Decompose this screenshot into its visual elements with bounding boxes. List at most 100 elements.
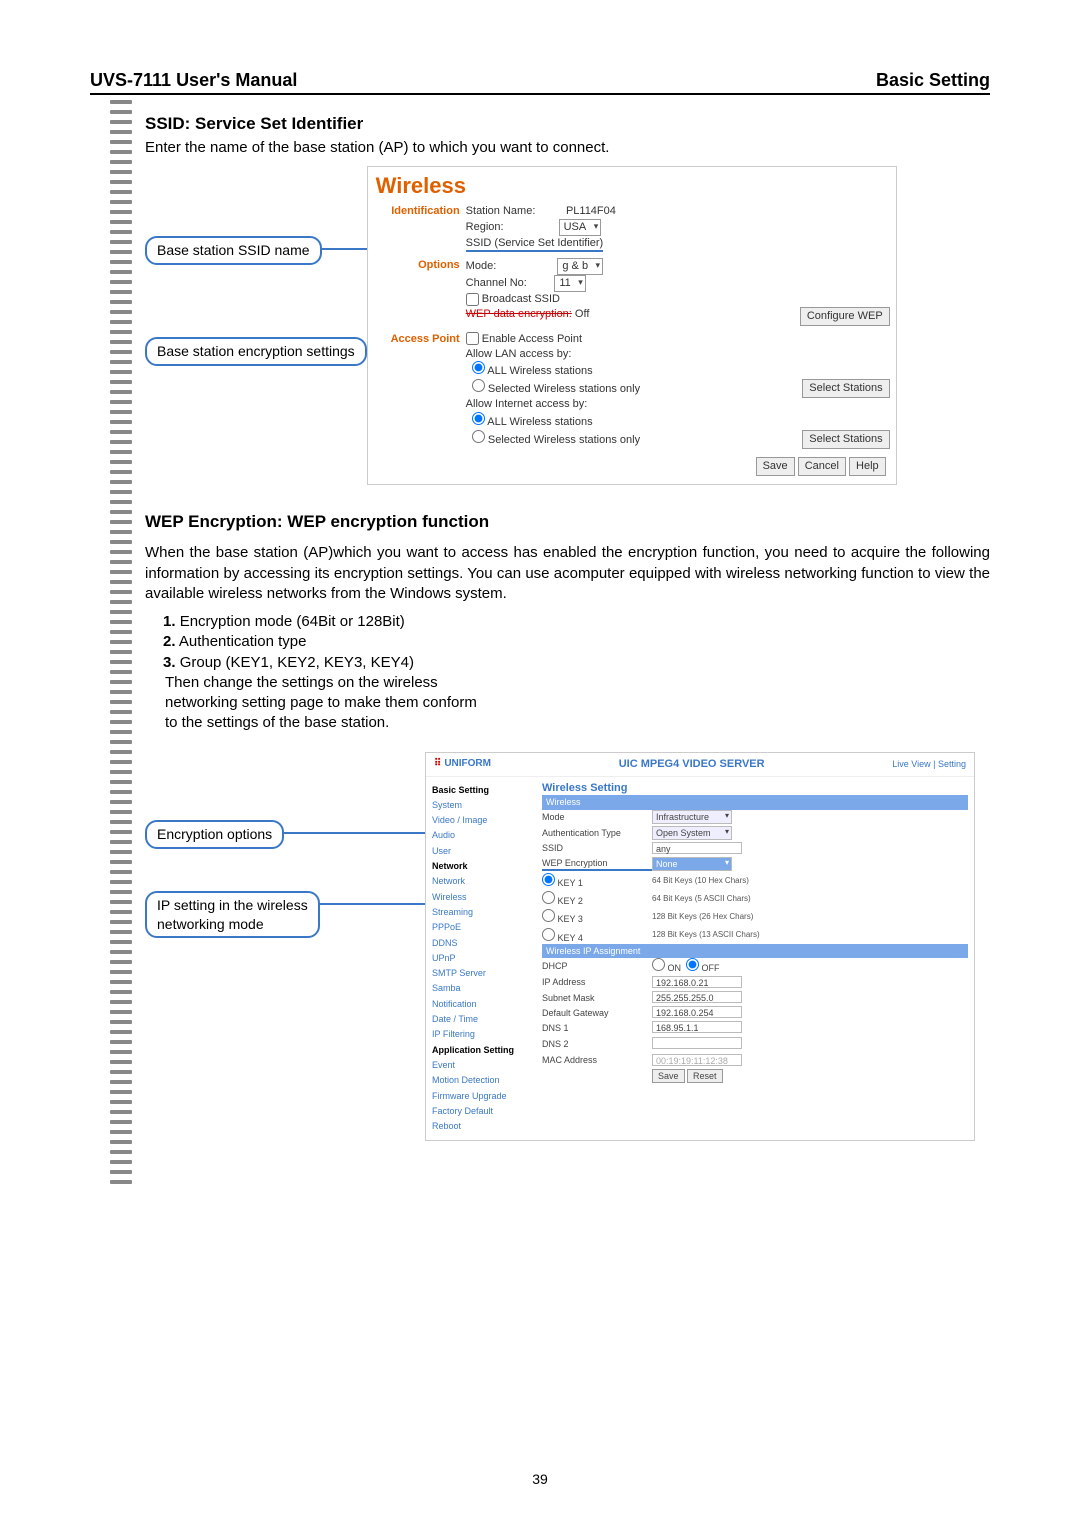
sidebar-item[interactable]: Factory Default xyxy=(432,1104,530,1119)
ip-input[interactable]: 192.168.0.21 xyxy=(652,976,742,988)
sidebar-item[interactable]: Notification xyxy=(432,997,530,1012)
setting-link[interactable]: Setting xyxy=(938,759,966,769)
sidebar-item[interactable]: User xyxy=(432,844,530,859)
inet-all-radio[interactable] xyxy=(472,412,485,425)
mode-select[interactable]: g & b xyxy=(557,258,603,275)
wep-enc-select[interactable]: None xyxy=(652,857,732,871)
step-tail-3: to the settings of the base station. xyxy=(165,714,389,731)
identification-label: Identification xyxy=(374,204,466,253)
dhcp-label: DHCP xyxy=(542,960,652,972)
auth-select[interactable]: Open System xyxy=(652,826,732,840)
dns2-input[interactable] xyxy=(652,1037,742,1049)
save-button[interactable]: Save xyxy=(756,457,795,476)
sidebar-app: Application Setting xyxy=(432,1043,530,1058)
step-3: Group (KEY1, KEY2, KEY3, KEY4) xyxy=(180,654,414,671)
mask-input[interactable]: 255.255.255.0 xyxy=(652,991,742,1003)
sidebar-item[interactable]: DDNS xyxy=(432,936,530,951)
callout-ssid-name: Base station SSID name xyxy=(145,236,322,265)
lan-access-label: Allow LAN access by: xyxy=(466,348,572,360)
configure-wep-button[interactable]: Configure WEP xyxy=(800,307,890,326)
sidebar-item[interactable]: SMTP Server xyxy=(432,966,530,981)
sidebar-item[interactable]: Network xyxy=(432,874,530,889)
brand-logo: UNIFORM xyxy=(434,757,491,771)
select-stations-button-2[interactable]: Select Stations xyxy=(802,430,889,449)
main-panel: Wireless Setting Wireless Mode Infrastru… xyxy=(536,777,974,1141)
sidebar-item[interactable]: Firmware Upgrade xyxy=(432,1089,530,1104)
ssid-field-label: SSID (Service Set Identifier) xyxy=(466,236,604,253)
key4-radio[interactable] xyxy=(542,928,555,941)
sidebar-item[interactable]: Date / Time xyxy=(432,1012,530,1027)
panel-title: Wireless xyxy=(368,167,896,201)
key-legend-4: 128 Bit Keys (13 ASCII Chars) xyxy=(652,930,968,941)
key3-radio[interactable] xyxy=(542,909,555,922)
dhcp-on-label: ON xyxy=(668,963,682,973)
lan-all-label: ALL Wireless stations xyxy=(487,365,592,377)
ip-label: IP Address xyxy=(542,976,652,988)
wep-enc-label: WEP Encryption xyxy=(542,857,652,871)
sidebar-item[interactable]: Samba xyxy=(432,981,530,996)
step-tail-1: Then change the settings on the wireless xyxy=(165,674,438,691)
wep-heading: WEP Encryption: WEP encryption function xyxy=(145,511,990,534)
broadcast-checkbox[interactable] xyxy=(466,293,479,306)
wep-steps: 1. Encryption mode (64Bit or 128Bit) 2. … xyxy=(163,612,990,734)
reset-button[interactable]: Reset xyxy=(687,1069,723,1083)
sidebar-item[interactable]: UPnP xyxy=(432,951,530,966)
dns1-input[interactable]: 168.95.1.1 xyxy=(652,1021,742,1033)
channel-label: Channel No: xyxy=(466,277,527,289)
save-button-2[interactable]: Save xyxy=(652,1069,685,1083)
lan-selected-radio[interactable] xyxy=(472,379,485,392)
mask-label: Subnet Mask xyxy=(542,992,652,1004)
sidebar-item[interactable]: Event xyxy=(432,1058,530,1073)
section-ip: Wireless IP Assignment xyxy=(542,944,968,958)
step-tail-2: networking setting page to make them con… xyxy=(165,694,477,711)
ssid-input[interactable]: any xyxy=(652,842,742,854)
region-label: Region: xyxy=(466,221,504,233)
enable-ap-checkbox[interactable] xyxy=(466,332,479,345)
sidebar-item[interactable]: Wireless xyxy=(432,890,530,905)
page-number: 39 xyxy=(0,1471,1080,1487)
region-select[interactable]: USA xyxy=(559,219,602,236)
sidebar-item[interactable]: IP Filtering xyxy=(432,1027,530,1042)
lan-all-radio[interactable] xyxy=(472,361,485,374)
section-wireless: Wireless xyxy=(542,795,968,809)
sidebar-item[interactable]: Audio xyxy=(432,828,530,843)
station-name-label: Station Name: xyxy=(466,205,536,217)
lan-selected-label: Selected Wireless stations only xyxy=(488,383,640,395)
channel-select[interactable]: 11 xyxy=(554,275,585,292)
auth-label: Authentication Type xyxy=(542,827,652,839)
dhcp-off-radio[interactable] xyxy=(686,958,699,971)
key2-radio[interactable] xyxy=(542,891,555,904)
sidebar-item[interactable]: Video / Image xyxy=(432,813,530,828)
callout-ip-line2: networking mode xyxy=(157,916,264,932)
help-button[interactable]: Help xyxy=(849,457,886,476)
spiral-binding xyxy=(110,100,132,1184)
wep-paragraph: When the base station (AP)which you want… xyxy=(145,543,990,604)
key1-radio[interactable] xyxy=(542,873,555,886)
step-2: Authentication type xyxy=(179,633,307,650)
gw-input[interactable]: 192.168.0.254 xyxy=(652,1006,742,1018)
dhcp-on-radio[interactable] xyxy=(652,958,665,971)
sidebar-item[interactable]: Reboot xyxy=(432,1119,530,1134)
cancel-button[interactable]: Cancel xyxy=(798,457,846,476)
sidebar-item[interactable]: PPPoE xyxy=(432,920,530,935)
sidebar-item[interactable]: System xyxy=(432,798,530,813)
step-1: Encryption mode (64Bit or 128Bit) xyxy=(180,613,405,630)
dns1-label: DNS 1 xyxy=(542,1022,652,1034)
callout-line xyxy=(320,903,425,905)
key1-label: KEY 1 xyxy=(558,878,583,888)
mode-label: Mode xyxy=(542,811,652,823)
select-stations-button-1[interactable]: Select Stations xyxy=(802,379,889,398)
sidebar-item[interactable]: Streaming xyxy=(432,905,530,920)
key3-label: KEY 3 xyxy=(558,914,583,924)
dhcp-off-label: OFF xyxy=(702,963,720,973)
key-legend-2: 64 Bit Keys (5 ASCII Chars) xyxy=(652,894,968,905)
inet-selected-radio[interactable] xyxy=(472,430,485,443)
mode-select[interactable]: Infrastructure xyxy=(652,810,732,824)
wireless-panel: Wireless Identification Station Name: PL… xyxy=(367,166,897,484)
broadcast-label: Broadcast SSID xyxy=(482,293,560,305)
live-view-link[interactable]: Live View xyxy=(892,759,930,769)
options-label: Options xyxy=(374,258,466,325)
wep-label: WEP data encryption: xyxy=(466,308,572,320)
ssid-desc: Enter the name of the base station (AP) … xyxy=(145,138,990,158)
sidebar-item[interactable]: Motion Detection xyxy=(432,1073,530,1088)
